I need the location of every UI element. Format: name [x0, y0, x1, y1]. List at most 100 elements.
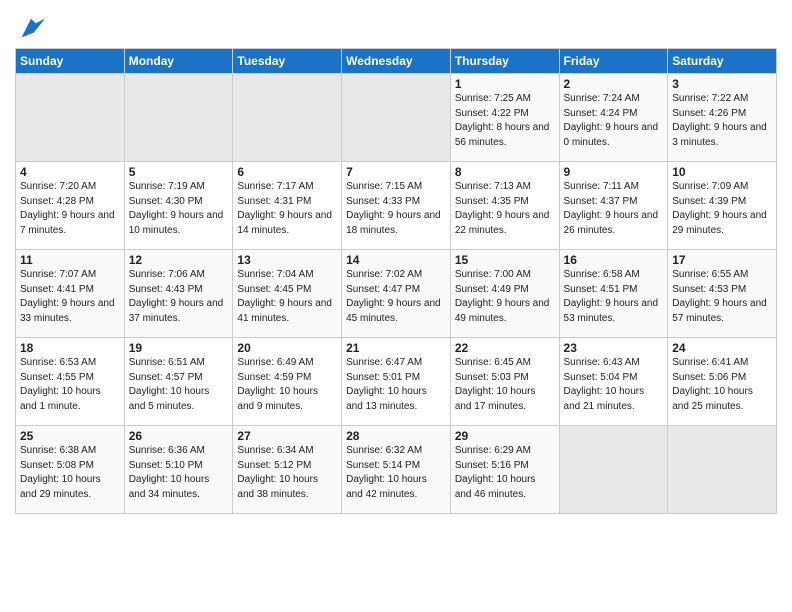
day-cell [16, 74, 125, 162]
day-number: 3 [672, 77, 772, 91]
calendar-table: SundayMondayTuesdayWednesdayThursdayFrid… [15, 48, 777, 514]
day-info: Sunrise: 6:29 AM Sunset: 5:16 PM Dayligh… [455, 444, 555, 502]
day-number: 17 [672, 253, 772, 267]
day-number: 18 [20, 341, 120, 355]
day-cell [668, 426, 777, 514]
page: SundayMondayTuesdayWednesdayThursdayFrid… [0, 0, 792, 524]
day-info: Sunrise: 6:38 AM Sunset: 5:08 PM Dayligh… [20, 444, 120, 502]
day-number: 20 [237, 341, 337, 355]
day-cell: 26Sunrise: 6:36 AM Sunset: 5:10 PM Dayli… [124, 426, 233, 514]
day-cell: 2Sunrise: 7:24 AM Sunset: 4:24 PM Daylig… [559, 74, 668, 162]
day-number: 11 [20, 253, 120, 267]
week-row-3: 11Sunrise: 7:07 AM Sunset: 4:41 PM Dayli… [16, 250, 777, 338]
day-info: Sunrise: 6:53 AM Sunset: 4:55 PM Dayligh… [20, 356, 120, 414]
week-row-2: 4Sunrise: 7:20 AM Sunset: 4:28 PM Daylig… [16, 162, 777, 250]
day-cell: 29Sunrise: 6:29 AM Sunset: 5:16 PM Dayli… [450, 426, 559, 514]
day-number: 22 [455, 341, 555, 355]
day-number: 13 [237, 253, 337, 267]
day-number: 7 [346, 165, 446, 179]
col-header-sunday: Sunday [16, 49, 125, 74]
day-number: 9 [564, 165, 664, 179]
day-number: 16 [564, 253, 664, 267]
day-cell: 19Sunrise: 6:51 AM Sunset: 4:57 PM Dayli… [124, 338, 233, 426]
day-cell: 8Sunrise: 7:13 AM Sunset: 4:35 PM Daylig… [450, 162, 559, 250]
day-info: Sunrise: 6:51 AM Sunset: 4:57 PM Dayligh… [129, 356, 229, 414]
week-row-4: 18Sunrise: 6:53 AM Sunset: 4:55 PM Dayli… [16, 338, 777, 426]
day-info: Sunrise: 7:13 AM Sunset: 4:35 PM Dayligh… [455, 180, 555, 238]
day-info: Sunrise: 6:43 AM Sunset: 5:04 PM Dayligh… [564, 356, 664, 414]
day-info: Sunrise: 6:47 AM Sunset: 5:01 PM Dayligh… [346, 356, 446, 414]
day-cell: 27Sunrise: 6:34 AM Sunset: 5:12 PM Dayli… [233, 426, 342, 514]
day-number: 23 [564, 341, 664, 355]
day-number: 4 [20, 165, 120, 179]
day-cell: 7Sunrise: 7:15 AM Sunset: 4:33 PM Daylig… [342, 162, 451, 250]
day-cell: 11Sunrise: 7:07 AM Sunset: 4:41 PM Dayli… [16, 250, 125, 338]
day-number: 6 [237, 165, 337, 179]
day-info: Sunrise: 7:24 AM Sunset: 4:24 PM Dayligh… [564, 92, 664, 150]
logo [15, 14, 45, 42]
day-number: 15 [455, 253, 555, 267]
day-cell: 5Sunrise: 7:19 AM Sunset: 4:30 PM Daylig… [124, 162, 233, 250]
week-row-5: 25Sunrise: 6:38 AM Sunset: 5:08 PM Dayli… [16, 426, 777, 514]
day-info: Sunrise: 6:34 AM Sunset: 5:12 PM Dayligh… [237, 444, 337, 502]
day-cell: 18Sunrise: 6:53 AM Sunset: 4:55 PM Dayli… [16, 338, 125, 426]
logo-bird-icon [17, 14, 45, 42]
day-info: Sunrise: 7:09 AM Sunset: 4:39 PM Dayligh… [672, 180, 772, 238]
day-number: 24 [672, 341, 772, 355]
day-cell: 13Sunrise: 7:04 AM Sunset: 4:45 PM Dayli… [233, 250, 342, 338]
day-info: Sunrise: 6:32 AM Sunset: 5:14 PM Dayligh… [346, 444, 446, 502]
day-info: Sunrise: 7:07 AM Sunset: 4:41 PM Dayligh… [20, 268, 120, 326]
day-cell: 16Sunrise: 6:58 AM Sunset: 4:51 PM Dayli… [559, 250, 668, 338]
day-cell: 1Sunrise: 7:25 AM Sunset: 4:22 PM Daylig… [450, 74, 559, 162]
col-header-tuesday: Tuesday [233, 49, 342, 74]
day-cell: 28Sunrise: 6:32 AM Sunset: 5:14 PM Dayli… [342, 426, 451, 514]
day-cell: 20Sunrise: 6:49 AM Sunset: 4:59 PM Dayli… [233, 338, 342, 426]
col-header-saturday: Saturday [668, 49, 777, 74]
day-number: 19 [129, 341, 229, 355]
day-info: Sunrise: 7:00 AM Sunset: 4:49 PM Dayligh… [455, 268, 555, 326]
day-info: Sunrise: 6:49 AM Sunset: 4:59 PM Dayligh… [237, 356, 337, 414]
day-number: 14 [346, 253, 446, 267]
day-number: 21 [346, 341, 446, 355]
day-info: Sunrise: 6:45 AM Sunset: 5:03 PM Dayligh… [455, 356, 555, 414]
day-number: 26 [129, 429, 229, 443]
day-cell: 17Sunrise: 6:55 AM Sunset: 4:53 PM Dayli… [668, 250, 777, 338]
day-number: 8 [455, 165, 555, 179]
day-number: 25 [20, 429, 120, 443]
day-cell: 6Sunrise: 7:17 AM Sunset: 4:31 PM Daylig… [233, 162, 342, 250]
day-info: Sunrise: 7:06 AM Sunset: 4:43 PM Dayligh… [129, 268, 229, 326]
day-cell: 24Sunrise: 6:41 AM Sunset: 5:06 PM Dayli… [668, 338, 777, 426]
day-cell: 25Sunrise: 6:38 AM Sunset: 5:08 PM Dayli… [16, 426, 125, 514]
col-header-wednesday: Wednesday [342, 49, 451, 74]
day-cell: 3Sunrise: 7:22 AM Sunset: 4:26 PM Daylig… [668, 74, 777, 162]
day-cell: 9Sunrise: 7:11 AM Sunset: 4:37 PM Daylig… [559, 162, 668, 250]
day-cell: 14Sunrise: 7:02 AM Sunset: 4:47 PM Dayli… [342, 250, 451, 338]
day-number: 29 [455, 429, 555, 443]
day-info: Sunrise: 7:20 AM Sunset: 4:28 PM Dayligh… [20, 180, 120, 238]
day-cell [233, 74, 342, 162]
day-cell [559, 426, 668, 514]
days-header-row: SundayMondayTuesdayWednesdayThursdayFrid… [16, 49, 777, 74]
day-info: Sunrise: 7:25 AM Sunset: 4:22 PM Dayligh… [455, 92, 555, 150]
day-number: 1 [455, 77, 555, 91]
day-number: 10 [672, 165, 772, 179]
day-cell: 21Sunrise: 6:47 AM Sunset: 5:01 PM Dayli… [342, 338, 451, 426]
day-info: Sunrise: 6:58 AM Sunset: 4:51 PM Dayligh… [564, 268, 664, 326]
day-cell: 4Sunrise: 7:20 AM Sunset: 4:28 PM Daylig… [16, 162, 125, 250]
day-info: Sunrise: 7:17 AM Sunset: 4:31 PM Dayligh… [237, 180, 337, 238]
col-header-thursday: Thursday [450, 49, 559, 74]
day-info: Sunrise: 7:04 AM Sunset: 4:45 PM Dayligh… [237, 268, 337, 326]
day-number: 2 [564, 77, 664, 91]
day-number: 28 [346, 429, 446, 443]
day-info: Sunrise: 6:36 AM Sunset: 5:10 PM Dayligh… [129, 444, 229, 502]
day-number: 5 [129, 165, 229, 179]
day-info: Sunrise: 7:15 AM Sunset: 4:33 PM Dayligh… [346, 180, 446, 238]
day-info: Sunrise: 7:22 AM Sunset: 4:26 PM Dayligh… [672, 92, 772, 150]
col-header-friday: Friday [559, 49, 668, 74]
day-cell [124, 74, 233, 162]
day-number: 12 [129, 253, 229, 267]
day-info: Sunrise: 6:41 AM Sunset: 5:06 PM Dayligh… [672, 356, 772, 414]
day-number: 27 [237, 429, 337, 443]
col-header-monday: Monday [124, 49, 233, 74]
day-cell: 12Sunrise: 7:06 AM Sunset: 4:43 PM Dayli… [124, 250, 233, 338]
